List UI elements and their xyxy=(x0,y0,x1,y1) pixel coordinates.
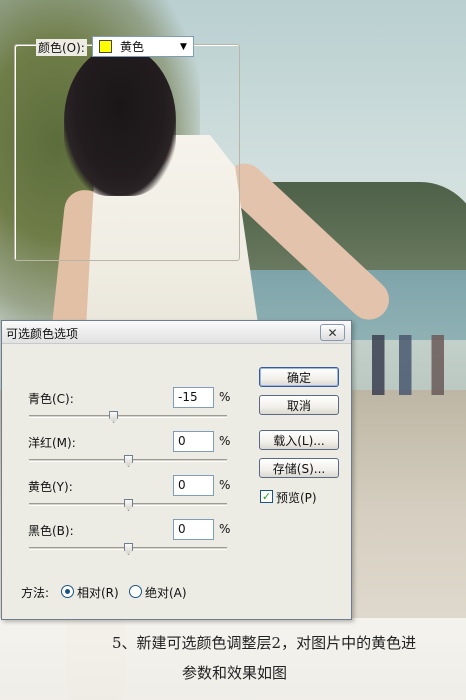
dialog-title: 可选颜色选项 xyxy=(6,327,79,341)
method-absolute-label[interactable]: 绝对(A) xyxy=(145,584,187,601)
color-swatch xyxy=(99,40,112,53)
magenta-unit: % xyxy=(219,434,231,448)
preview-checkbox[interactable]: ✓ xyxy=(260,490,273,503)
slider-label-yellow: 黄色(Y): xyxy=(28,480,73,494)
slider-label-magenta: 洋红(M): xyxy=(28,436,76,450)
method-label: 方法: xyxy=(21,586,50,600)
colors-group xyxy=(14,44,240,261)
color-select[interactable]: 黄色 ▼ xyxy=(92,36,194,57)
black-slider-track[interactable] xyxy=(29,543,227,555)
close-button[interactable]: ✕ xyxy=(320,324,345,341)
dialog-titlebar[interactable]: 可选颜色选项 ✕ xyxy=(2,321,351,344)
method-absolute-radio[interactable] xyxy=(129,585,142,598)
photo-people xyxy=(372,335,462,395)
black-unit: % xyxy=(219,522,231,536)
slider-label-black: 黑色(B): xyxy=(28,524,74,538)
color-select-value: 黄色 xyxy=(120,40,145,54)
caption-line-2: 参数和效果如图 xyxy=(182,664,288,682)
checkmark-icon: ✓ xyxy=(261,490,272,503)
yellow-input[interactable]: 0 xyxy=(173,475,214,496)
black-input[interactable]: 0 xyxy=(173,519,214,540)
method-relative-label[interactable]: 相对(R) xyxy=(77,584,119,601)
yellow-unit: % xyxy=(219,478,231,492)
color-label: 颜色(O): xyxy=(36,39,87,56)
save-button[interactable]: 存储(S)... xyxy=(259,458,339,478)
cyan-input[interactable]: -15 xyxy=(173,387,214,408)
caption-line-1: 5、新建可选颜色调整层2，对图片中的黄色进 xyxy=(112,634,417,652)
chevron-down-icon[interactable]: ▼ xyxy=(175,38,192,55)
magenta-slider-track[interactable] xyxy=(29,455,227,467)
slider-label-cyan: 青色(C): xyxy=(28,392,74,406)
ok-button[interactable]: 确定 xyxy=(259,367,339,387)
yellow-slider-track[interactable] xyxy=(29,499,227,511)
load-button[interactable]: 载入(L)... xyxy=(259,430,339,450)
magenta-input[interactable]: 0 xyxy=(173,431,214,452)
cancel-button[interactable]: 取消 xyxy=(259,395,339,415)
cyan-slider-track[interactable] xyxy=(29,411,227,423)
preview-label[interactable]: 预览(P) xyxy=(276,489,317,506)
method-relative-radio[interactable] xyxy=(61,585,74,598)
caption-strip: 5、新建可选颜色调整层2，对图片中的黄色进 参数和效果如图 xyxy=(0,618,466,700)
cyan-unit: % xyxy=(219,390,231,404)
close-icon: ✕ xyxy=(327,325,338,340)
